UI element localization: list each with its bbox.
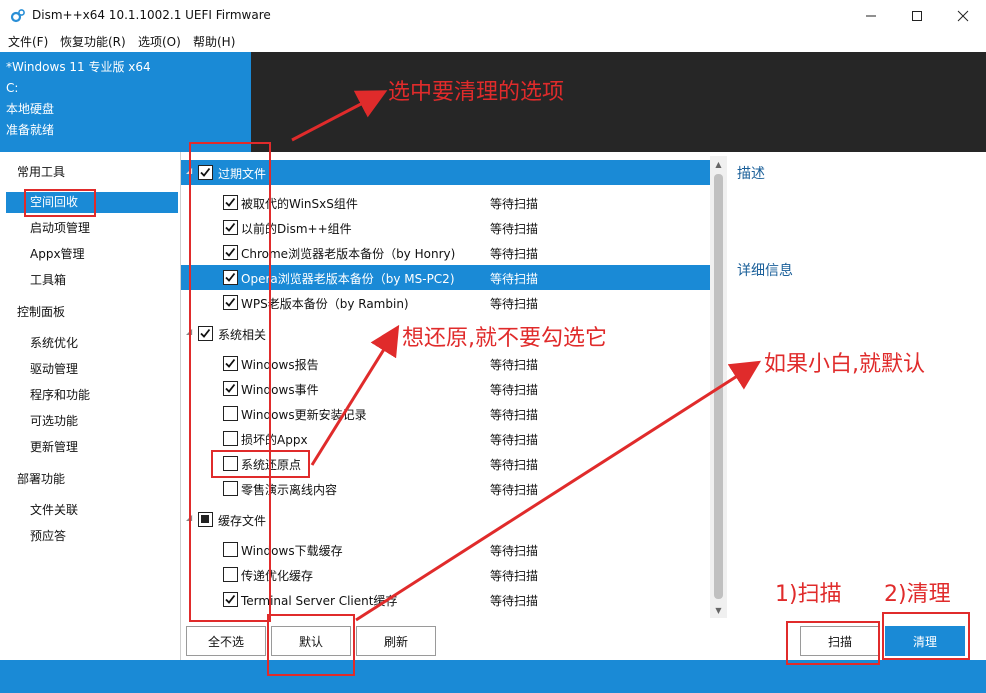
item-status: 等待扫描 xyxy=(490,458,539,472)
sidebar-item-drivers[interactable]: 驱动管理 xyxy=(0,359,181,379)
item-status: 等待扫描 xyxy=(490,272,539,286)
description-title: 描述 xyxy=(737,166,765,182)
annotation-box-scan xyxy=(786,621,880,665)
item-status: 等待扫描 xyxy=(490,433,539,447)
scroll-up-arrow-icon[interactable]: ▲ xyxy=(710,156,727,172)
drive-label: C: xyxy=(6,81,19,95)
item-status: 等待扫描 xyxy=(490,594,539,608)
scroll-down-arrow-icon[interactable]: ▼ xyxy=(710,602,727,618)
maximize-icon xyxy=(912,11,922,21)
disk-label: 本地硬盘 xyxy=(6,102,55,116)
item-status: 等待扫描 xyxy=(490,544,539,558)
annotation-restore: 想还原,就不要勾选它 xyxy=(402,326,607,351)
minimize-icon xyxy=(866,15,876,17)
menu-options[interactable]: 选项(O) xyxy=(138,33,181,50)
app-gear-icon xyxy=(10,9,25,23)
sidebar-item-optimize[interactable]: 系统优化 xyxy=(0,333,181,353)
annotation-box-clean xyxy=(882,612,970,660)
annotation-step-scan: 1)扫描 xyxy=(775,582,842,607)
description-panel: 描述 详细信息 xyxy=(728,152,986,620)
item-status: 等待扫描 xyxy=(490,408,539,422)
item-status: 等待扫描 xyxy=(490,197,539,211)
item-status: 等待扫描 xyxy=(490,569,539,583)
annotation-box-space-recovery xyxy=(24,189,96,217)
refresh-button[interactable]: 刷新 xyxy=(356,626,436,656)
annotation-select-items: 选中要清理的选项 xyxy=(388,80,565,105)
annotation-box-default xyxy=(267,614,355,676)
sidebar-section-deploy: 部署功能 xyxy=(17,472,66,486)
sidebar-item-optional-features[interactable]: 可选功能 xyxy=(0,411,181,431)
item-status: 等待扫描 xyxy=(490,483,539,497)
minimize-button[interactable] xyxy=(848,0,894,32)
item-status: 等待扫描 xyxy=(490,383,539,397)
item-status: 等待扫描 xyxy=(490,247,539,261)
sidebar-item-answer-file[interactable]: 预应答 xyxy=(0,526,181,546)
item-status: 等待扫描 xyxy=(490,222,539,236)
item-label: Opera浏览器老版本备份（by MS-PC2) xyxy=(241,272,455,286)
os-label: *Windows 11 专业版 x64 xyxy=(6,60,151,74)
header-dark-area xyxy=(251,52,986,152)
status-label: 准备就绪 xyxy=(6,123,55,137)
menu-restore[interactable]: 恢复功能(R) xyxy=(60,33,126,50)
sidebar-item-file-assoc[interactable]: 文件关联 xyxy=(0,500,181,520)
sidebar: 常用工具 空间回收 启动项管理 Appx管理 工具箱 控制面板 系统优化 驱动管… xyxy=(0,152,181,660)
menu-help[interactable]: 帮助(H) xyxy=(193,33,235,50)
sidebar-item-programs[interactable]: 程序和功能 xyxy=(0,385,181,405)
window-title: Dism++x64 10.1.1002.1 UEFI Firmware xyxy=(32,8,271,22)
sidebar-section-common: 常用工具 xyxy=(17,165,66,179)
item-label: Chrome浏览器老版本备份（by Honry) xyxy=(241,247,456,261)
sidebar-item-toolbox[interactable]: 工具箱 xyxy=(0,270,181,290)
item-status: 等待扫描 xyxy=(490,358,539,372)
annotation-step-clean: 2)清理 xyxy=(884,582,951,607)
item-status: 等待扫描 xyxy=(490,297,539,311)
annotation-beginner: 如果小白,就默认 xyxy=(764,352,925,377)
annotation-box-restore-point xyxy=(211,450,310,478)
sidebar-item-startup[interactable]: 启动项管理 xyxy=(0,218,181,238)
close-icon xyxy=(957,10,969,22)
title-bar: Dism++x64 10.1.1002.1 UEFI Firmware xyxy=(0,0,986,32)
sidebar-section-control: 控制面板 xyxy=(17,305,66,319)
list-scrollbar[interactable]: ▲ ▼ xyxy=(710,156,727,618)
scroll-thumb[interactable] xyxy=(714,174,723,599)
annotation-box-checkboxes xyxy=(189,142,271,622)
close-button[interactable] xyxy=(940,0,986,32)
deselect-all-button[interactable]: 全不选 xyxy=(186,626,266,656)
sidebar-item-updates[interactable]: 更新管理 xyxy=(0,437,181,457)
menu-bar: 文件(F) 恢复功能(R) 选项(O) 帮助(H) xyxy=(0,32,986,52)
system-info-panel[interactable]: *Windows 11 专业版 x64 C: 本地硬盘 准备就绪 xyxy=(0,52,251,152)
menu-file[interactable]: 文件(F) xyxy=(8,33,48,50)
sidebar-item-appx[interactable]: Appx管理 xyxy=(0,244,181,264)
detail-info-title: 详细信息 xyxy=(737,263,793,279)
maximize-button[interactable] xyxy=(894,0,940,32)
